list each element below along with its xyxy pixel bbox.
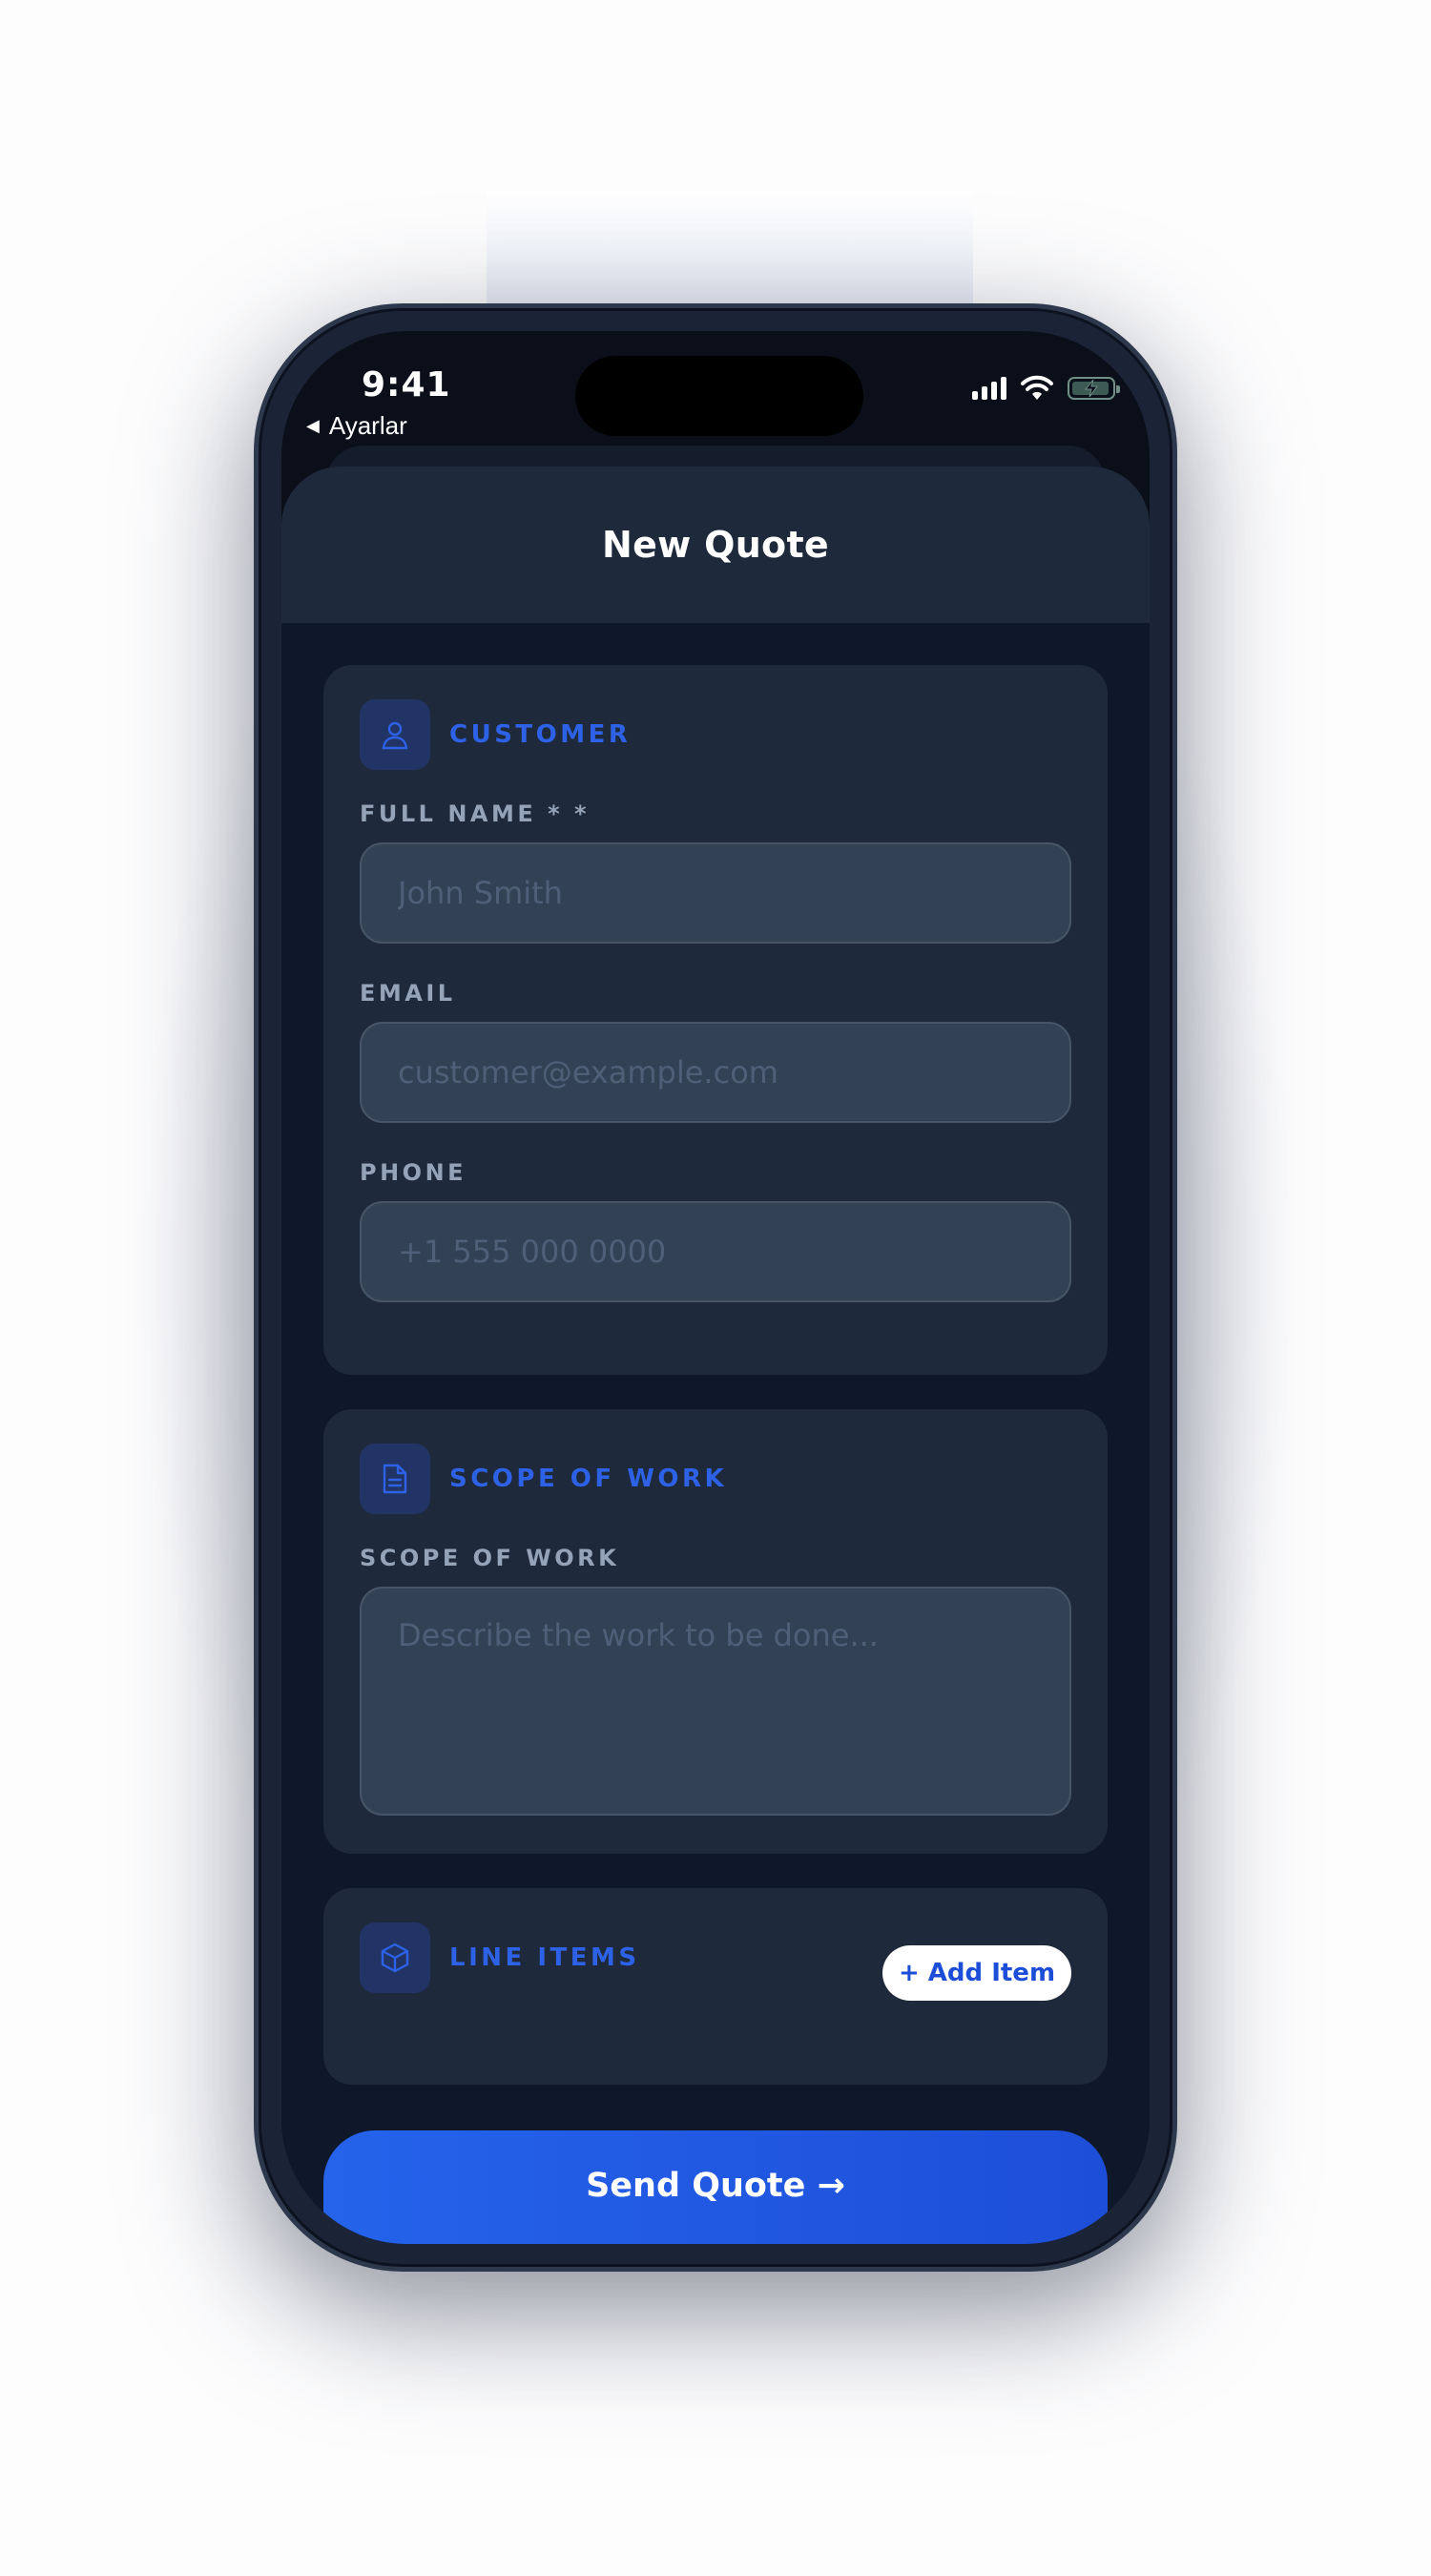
phone-input[interactable] <box>360 1201 1071 1302</box>
scope-section-header: SCOPE OF WORK <box>360 1444 727 1514</box>
line-items-section-header: LINE ITEMS <box>360 1922 640 1993</box>
add-item-button[interactable]: + Add Item <box>882 1945 1071 2001</box>
cellular-signal-icon <box>972 377 1006 400</box>
customer-section-title: CUSTOMER <box>449 720 632 749</box>
wifi-icon <box>1021 375 1053 400</box>
phone-frame: 9:41 ◀ Ayarlar New Quote CUSTOMER FULL N… <box>254 303 1177 2272</box>
status-bar: 9:41 ◀ Ayarlar <box>281 331 1150 465</box>
phone-label: PHONE <box>360 1159 467 1186</box>
back-to-settings-link[interactable]: ◀ Ayarlar <box>306 411 407 441</box>
customer-section-header: CUSTOMER <box>360 699 631 770</box>
battery-charging-icon <box>1068 377 1120 400</box>
status-icons <box>972 375 1120 402</box>
background-glow <box>487 191 973 315</box>
triangle-left-icon: ◀ <box>306 416 320 435</box>
line-items-card: LINE ITEMS + Add Item <box>323 1888 1108 2085</box>
box-icon <box>360 1922 430 1993</box>
scope-label: SCOPE OF WORK <box>360 1545 620 1571</box>
scope-textarea[interactable] <box>360 1587 1071 1816</box>
email-label: EMAIL <box>360 980 456 1007</box>
send-quote-button[interactable]: Send Quote → <box>323 2130 1108 2244</box>
status-time: 9:41 <box>362 365 451 405</box>
document-icon <box>360 1444 430 1514</box>
phone-screen: 9:41 ◀ Ayarlar New Quote CUSTOMER FULL N… <box>281 331 1150 2244</box>
line-items-section-title: LINE ITEMS <box>449 1943 640 1972</box>
full-name-label: FULL NAME * * <box>360 800 591 827</box>
sheet-header: New Quote <box>281 467 1150 623</box>
email-input[interactable] <box>360 1022 1071 1123</box>
user-icon <box>360 699 430 770</box>
customer-card: CUSTOMER FULL NAME * * EMAIL PHONE <box>323 665 1108 1375</box>
new-quote-sheet: New Quote CUSTOMER FULL NAME * * EMAIL <box>281 467 1150 2244</box>
dynamic-island <box>575 356 863 436</box>
scope-card: SCOPE OF WORK SCOPE OF WORK <box>323 1409 1108 1854</box>
back-label: Ayarlar <box>328 411 407 440</box>
full-name-input[interactable] <box>360 842 1071 944</box>
scope-section-title: SCOPE OF WORK <box>449 1465 728 1493</box>
page-title: New Quote <box>601 524 829 566</box>
